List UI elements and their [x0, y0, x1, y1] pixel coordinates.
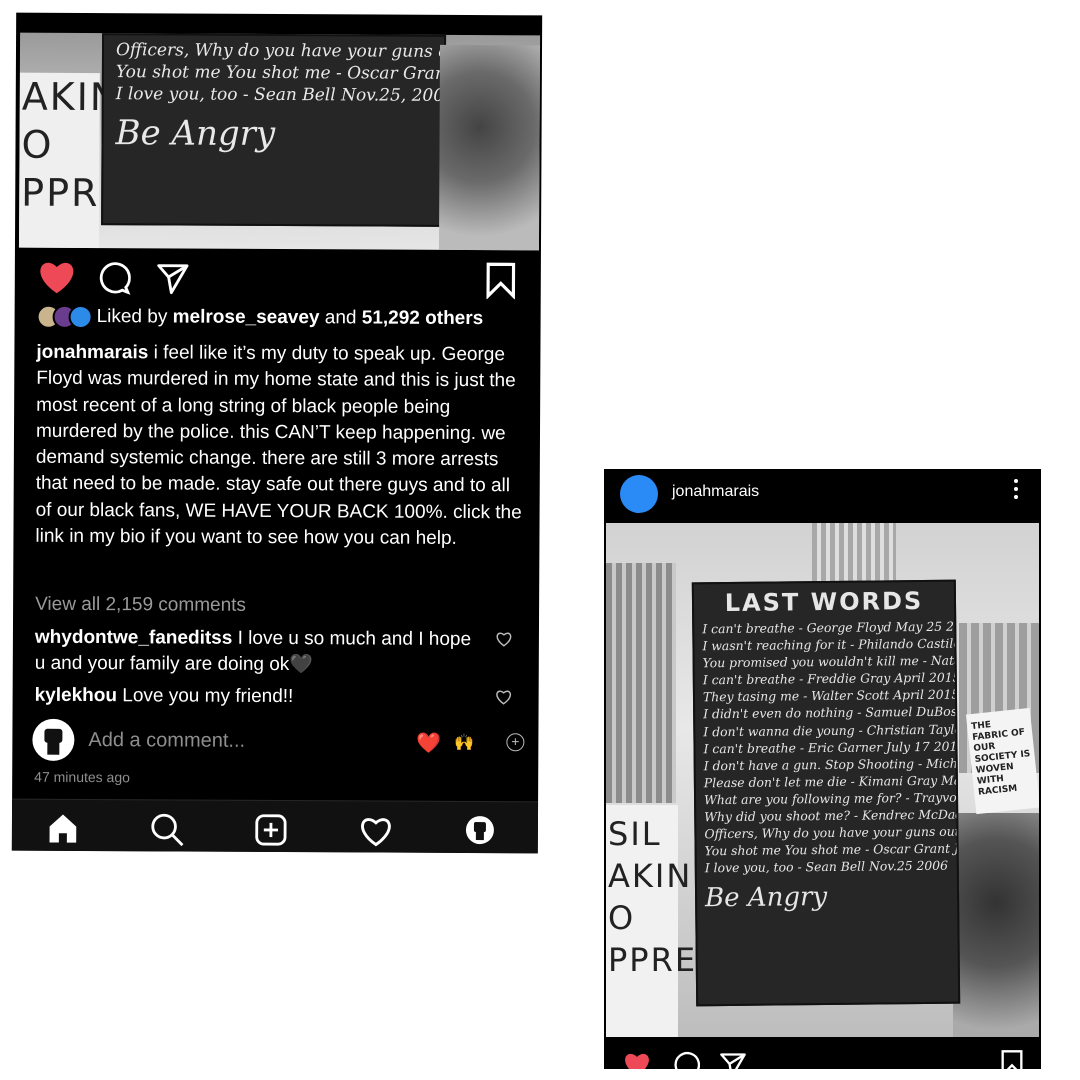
quick-emoji-heart[interactable]: ❤️ [416, 731, 441, 756]
share-send-icon[interactable] [155, 261, 191, 295]
add-comment-input[interactable]: Add a comment... [88, 729, 245, 753]
liked-by-and: and [324, 307, 357, 329]
share-send-icon[interactable] [718, 1051, 748, 1069]
raised-fist-icon [44, 728, 63, 755]
last-words-sign: Officers, Why do you have your guns out … [101, 33, 447, 227]
more-options-icon[interactable] [1013, 479, 1019, 503]
sign-be-angry: Be Angry [704, 882, 828, 914]
post-header: jonahmarais [604, 469, 1041, 521]
home-icon[interactable] [46, 812, 80, 844]
comment-text: Love you my friend!! [122, 685, 294, 708]
comment-item: whydontwe_faneditss I love u so much and… [35, 625, 475, 679]
last-words-sign: LAST WORDS I can't breathe - George Floy… [691, 579, 961, 1007]
sign-line: I love you, too - Sean Bell Nov.25, 2006 [115, 84, 447, 106]
search-icon[interactable] [150, 812, 184, 847]
view-all-comments-link[interactable]: View all 2,159 comments [35, 594, 246, 617]
liker-avatars [36, 304, 93, 330]
quick-emoji-raised-hands[interactable]: 🙌 [454, 733, 474, 753]
like-heart-icon[interactable] [622, 1051, 652, 1069]
new-post-plus-icon[interactable] [254, 813, 288, 847]
post-actions-bar [15, 253, 541, 308]
sign-line: I didn't even do nothing - Samuel DuBose… [703, 703, 961, 722]
liked-by-line[interactable]: Liked by melrose_seavey and 51,292 other… [36, 303, 537, 334]
liked-by-user[interactable]: melrose_seavey [173, 306, 320, 329]
avatar [68, 304, 93, 330]
comment-item: kylekhou Love you my friend!! [35, 683, 475, 711]
sign-line: I can't breathe - Eric Garner July 17 20… [703, 738, 961, 756]
comment-username[interactable]: kylekhou [35, 685, 117, 706]
post-caption: jonahmarais i feel like it’s my duty to … [35, 340, 530, 553]
sign-line: I don't wanna die young - Christian Tayl… [703, 720, 961, 739]
left-post-screenshot: AKIN O PPRE Officers, Why do you have yo… [11, 12, 543, 854]
caption-text: i feel like it’s my duty to speak up. Ge… [35, 342, 522, 550]
add-comment-row: Add a comment... ❤️ 🙌 + [32, 717, 525, 768]
sign-title: LAST WORDS [724, 586, 924, 618]
comment-icon[interactable] [97, 261, 131, 295]
like-heart-icon[interactable] [37, 259, 77, 295]
right-post-screenshot: jonahmarais SIL AKIN O PPRE THE FABRIC O… [604, 469, 1041, 1069]
sign-line: You shot me You shot me - Oscar Grant Ja… [115, 62, 447, 84]
likes-count[interactable]: 51,292 others [362, 307, 484, 330]
post-timestamp: 47 minutes ago [34, 768, 130, 786]
caption-username[interactable]: jonahmarais [36, 342, 148, 364]
racism-sign: THE FABRIC OF OUR SOCIETY IS WOVEN WITH … [965, 707, 1039, 815]
sign-line: I love you, too - Sean Bell Nov.25 2006 [704, 858, 949, 876]
avatar[interactable] [620, 475, 658, 513]
profile-avatar-icon[interactable] [464, 814, 496, 846]
comment-icon[interactable] [672, 1051, 700, 1069]
post-photo[interactable]: AKIN O PPRE Officers, Why do you have yo… [18, 32, 541, 251]
protest-paper-sign: AKIN O PPRE [18, 72, 126, 249]
post-username[interactable]: jonahmarais [672, 483, 759, 501]
avatar [32, 718, 75, 761]
comment-like-heart-icon[interactable] [495, 689, 513, 705]
post-photo[interactable]: SIL AKIN O PPRE THE FABRIC OF OUR SOCIET… [606, 523, 1039, 1037]
crowd [953, 813, 1039, 1037]
activity-heart-icon[interactable] [358, 815, 394, 847]
sign-line: Officers, Why do you have your guns out … [115, 40, 446, 63]
protest-paper-sign: SIL AKIN O PPRE [606, 805, 695, 1037]
bookmark-icon[interactable] [485, 261, 517, 300]
crowd [438, 44, 541, 251]
bookmark-icon[interactable] [1000, 1049, 1024, 1069]
comment-username[interactable]: whydontwe_faneditss [35, 627, 233, 649]
building [606, 563, 676, 803]
comment-like-heart-icon[interactable] [495, 631, 513, 647]
post-actions-bar [604, 1041, 1041, 1069]
bottom-nav-bar [11, 798, 539, 854]
sign-be-angry: Be Angry [115, 113, 276, 154]
add-emoji-plus-icon[interactable]: + [506, 733, 525, 752]
liked-by-prefix: Liked by [96, 306, 168, 328]
building [812, 523, 896, 583]
